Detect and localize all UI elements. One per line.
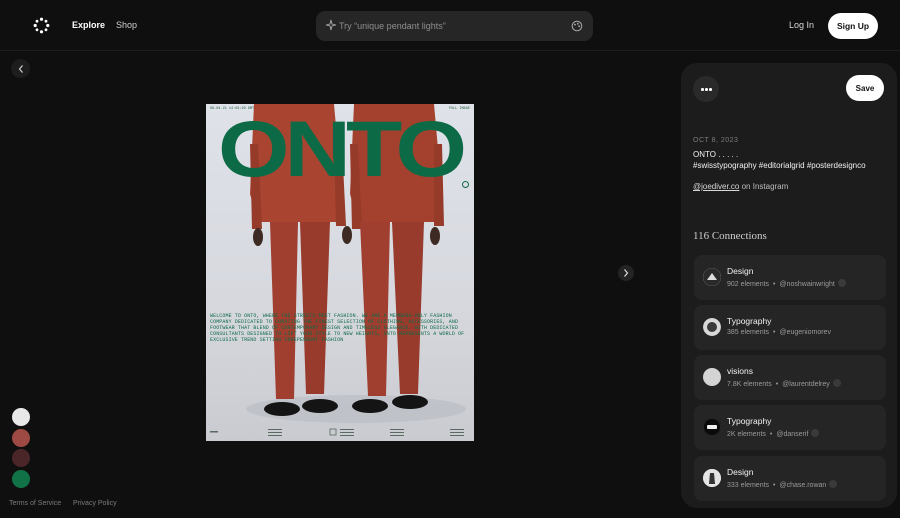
chevron-right-icon [624, 269, 629, 277]
color-swatch-2[interactable] [12, 429, 30, 447]
login-link[interactable]: Log In [789, 20, 814, 30]
color-swatch-1[interactable] [12, 408, 30, 426]
more-dots-icon-dot [709, 88, 712, 91]
connection-user[interactable]: @eugeniomorev [779, 329, 830, 336]
connections-count: 116 Connections [693, 230, 767, 242]
source-credit: @joediver.co on Instagram [693, 182, 788, 191]
connection-title: Design [727, 467, 754, 477]
connection-avatar [703, 418, 721, 436]
connection-avatar [703, 368, 721, 386]
logo-icon[interactable] [33, 17, 50, 34]
poster-body-text: WELCOME TO ONTO, WHERE THE STREETS MEET … [210, 313, 465, 343]
palette-icon[interactable] [571, 20, 583, 32]
connection-card[interactable]: visions 7.8K elements • @laurentdelrey [694, 355, 886, 400]
connection-user[interactable]: @noshwainwright [779, 281, 834, 288]
connection-user[interactable]: @laurentdelrey [782, 381, 830, 388]
post-description: ONTO . . . . . #swisstypography #editori… [693, 149, 893, 171]
poster-title: ONTO [217, 105, 467, 194]
connection-title: Typography [727, 416, 772, 426]
connection-title: visions [727, 366, 753, 376]
connection-title: Typography [727, 316, 772, 326]
save-button[interactable]: Save [846, 75, 884, 101]
connection-avatar [703, 268, 721, 286]
registered-mark-icon [462, 181, 469, 188]
connection-elements: 385 elements [727, 329, 770, 336]
connection-user[interactable]: @chase.rowan [779, 482, 826, 489]
verified-icon [829, 480, 838, 488]
search-bar[interactable] [316, 11, 593, 41]
connection-elements: 333 elements [727, 482, 770, 489]
privacy-link[interactable]: Privacy Policy [73, 500, 117, 507]
connection-card[interactable]: Typography 385 elements • @eugeniomorev [694, 305, 886, 350]
connection-meta: 7.8K elements • @laurentdelrey [727, 379, 841, 388]
source-suffix: on Instagram [739, 182, 789, 191]
verified-icon [811, 429, 820, 437]
connection-title: Design [727, 266, 754, 276]
signup-button[interactable]: Sign Up [828, 13, 878, 39]
more-dots-icon [701, 88, 704, 91]
chevron-left-icon [18, 64, 23, 73]
more-options-button[interactable] [693, 76, 719, 102]
nav-explore[interactable]: Explore [72, 20, 105, 30]
connection-elements: 7.8K elements [727, 381, 772, 388]
source-handle-link[interactable]: @joediver.co [693, 182, 739, 191]
connection-user[interactable]: @danserif [776, 431, 808, 438]
verified-icon [837, 279, 846, 287]
pin-details-panel: Save OCT 8, 2023 ONTO . . . . . #swissty… [681, 63, 897, 508]
connection-elements: 902 elements [727, 281, 770, 288]
poster-footer-marks [210, 428, 464, 436]
connection-meta: 902 elements • @noshwainwright [727, 279, 846, 288]
connection-avatar [703, 469, 721, 487]
connection-elements: 2K elements [727, 431, 766, 438]
connection-meta: 385 elements • @eugeniomorev [727, 329, 831, 336]
post-date: OCT 8, 2023 [693, 137, 739, 144]
description-line-1: ONTO . . . . . [693, 150, 739, 159]
back-button[interactable] [11, 59, 30, 78]
color-swatch-3[interactable] [12, 449, 30, 467]
color-swatch-4[interactable] [12, 470, 30, 488]
verified-icon [832, 379, 841, 387]
more-dots-icon-dot [705, 88, 708, 91]
connection-card[interactable]: Design 333 elements • @chase.rowan [694, 456, 886, 501]
nav-shop[interactable]: Shop [116, 20, 137, 30]
description-line-2: #swisstypography #editorialgrid #posterd… [693, 161, 866, 170]
connection-meta: 333 elements • @chase.rowan [727, 480, 838, 489]
connection-card[interactable]: Typography 2K elements • @danserif [694, 405, 886, 450]
sparkle-icon [325, 19, 337, 31]
search-input[interactable] [339, 19, 559, 33]
terms-link[interactable]: Terms of Service [9, 500, 61, 507]
pin-image[interactable]: 09.04.21 14:03:20 GMT FULL IMAGE ONTO WE… [206, 104, 474, 441]
next-button[interactable] [618, 265, 634, 281]
connection-avatar [703, 318, 721, 336]
top-header: Explore Shop Log In Sign Up [0, 0, 900, 51]
connection-meta: 2K elements • @danserif [727, 429, 820, 438]
connection-card[interactable]: Design 902 elements • @noshwainwright [694, 255, 886, 300]
